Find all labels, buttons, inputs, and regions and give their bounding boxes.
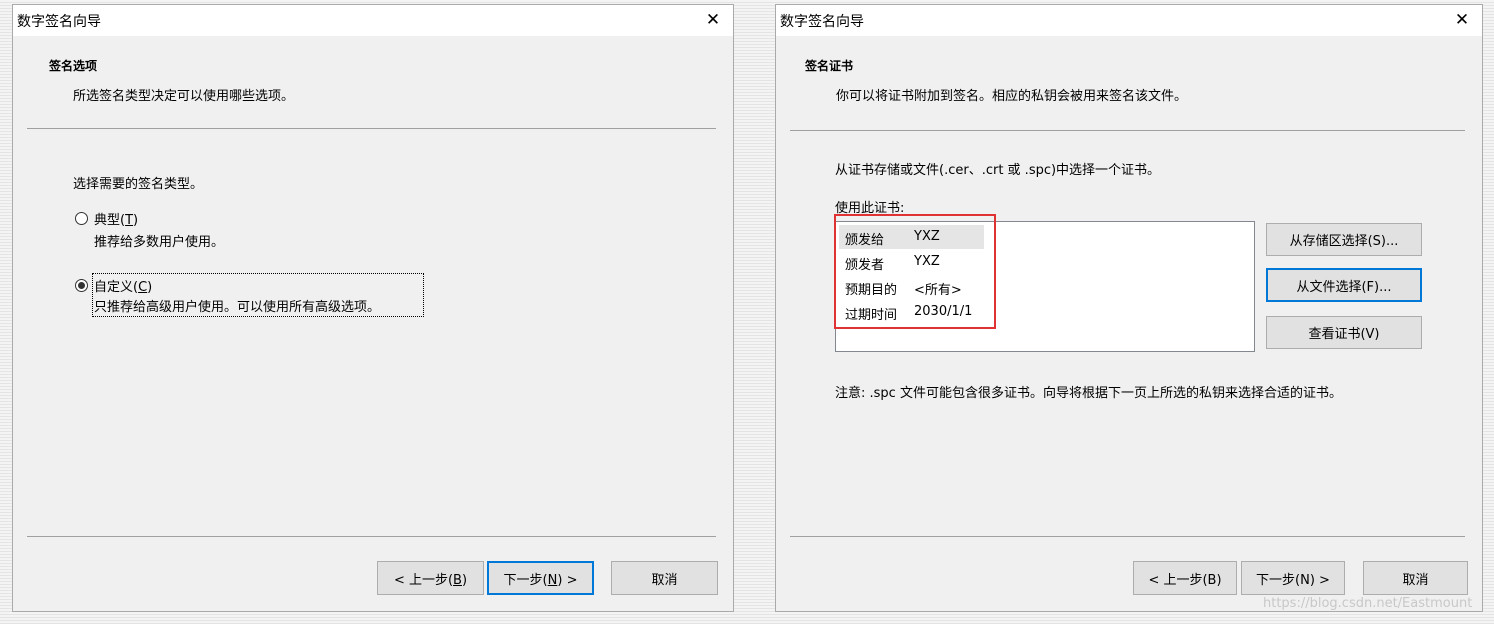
red-highlight-annotation <box>834 214 996 329</box>
radio-typical[interactable] <box>75 212 88 225</box>
next-button[interactable]: 下一步(N) > <box>1241 561 1345 595</box>
certificate-instruction: 从证书存储或文件(.cer、.crt 或 .spc)中选择一个证书。 <box>835 163 1161 178</box>
close-icon: ✕ <box>705 10 721 30</box>
view-certificate-button[interactable]: 查看证书(V) <box>1266 316 1422 349</box>
footer-divider <box>790 536 1465 537</box>
select-from-file-button[interactable]: 从文件选择(F)... <box>1266 268 1422 302</box>
title-bar: 数字签名向导 ✕ <box>776 5 1482 36</box>
spc-note: 注意: .spc 文件可能包含很多证书。向导将根据下一页上所选的私钥来选择合适的… <box>835 386 1342 401</box>
page-heading: 签名证书 <box>805 59 854 73</box>
window-title: 数字签名向导 <box>780 14 864 30</box>
close-icon: ✕ <box>1454 10 1470 30</box>
back-button[interactable]: < 上一步(B) <box>377 561 484 595</box>
wizard-dialog-signing-options: 数字签名向导 ✕ 签名选项 所选签名类型决定可以使用哪些选项。 选择需要的签名类… <box>12 4 734 612</box>
radio-typical-mnemonic: T <box>125 213 134 228</box>
radio-custom-description: 只推荐给高级用户使用。可以使用所有高级选项。 <box>94 300 381 315</box>
close-button[interactable]: ✕ <box>1450 9 1474 31</box>
next-button[interactable]: 下一步(N) > <box>487 561 594 595</box>
header-divider <box>790 130 1465 131</box>
signature-type-prompt: 选择需要的签名类型。 <box>73 177 204 192</box>
page-heading: 签名选项 <box>49 59 98 73</box>
title-bar: 数字签名向导 ✕ <box>13 5 733 36</box>
wizard-dialog-signing-certificate: 数字签名向导 ✕ 签名证书 你可以将证书附加到签名。相应的私钥会被用来签名该文件… <box>775 4 1483 612</box>
select-from-store-button[interactable]: 从存储区选择(S)... <box>1266 223 1422 256</box>
radio-typical-description: 推荐给多数用户使用。 <box>94 235 225 250</box>
footer-divider <box>27 536 716 537</box>
header-divider <box>27 128 716 129</box>
page-description: 你可以将证书附加到签名。相应的私钥会被用来签名该文件。 <box>836 89 1188 104</box>
window-title: 数字签名向导 <box>17 14 101 30</box>
radio-custom-label: 自定义 <box>94 280 134 295</box>
watermark-text: https://blog.csdn.net/Eastmount <box>1263 596 1473 611</box>
radio-typical-label: 典型 <box>94 213 121 228</box>
page-description: 所选签名类型决定可以使用哪些选项。 <box>73 89 295 104</box>
close-button[interactable]: ✕ <box>701 9 725 31</box>
cancel-button[interactable]: 取消 <box>1363 561 1468 595</box>
radio-custom-mnemonic: C <box>138 280 148 295</box>
cancel-button[interactable]: 取消 <box>611 561 718 595</box>
radio-custom[interactable] <box>75 279 88 292</box>
back-button[interactable]: < 上一步(B) <box>1133 561 1237 595</box>
